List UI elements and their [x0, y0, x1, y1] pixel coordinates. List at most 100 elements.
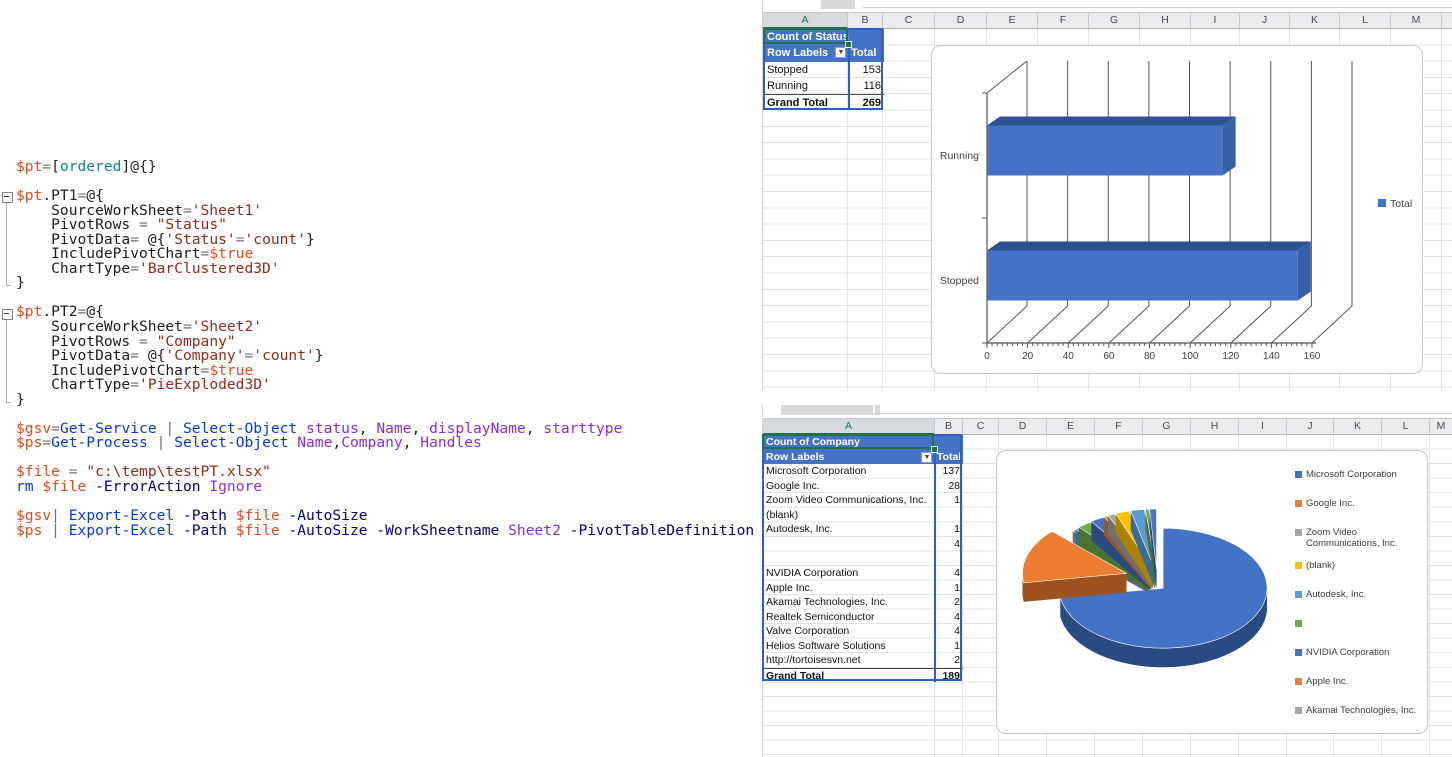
pivot-cell-label[interactable]: Zoom Video Communications, Inc. — [763, 493, 935, 508]
pie-legend-label[interactable]: (blank) — [1306, 560, 1424, 571]
column-header-H[interactable]: H — [1191, 418, 1239, 435]
pivot-cell-label[interactable]: Realtek Semiconductor — [763, 610, 935, 625]
pivot-row[interactable]: Grand Total189 — [763, 668, 963, 683]
pivot-cell-value[interactable]: 116 — [849, 78, 884, 94]
code-fold-toggle-icon[interactable] — [2, 192, 13, 203]
pivot-cell-value[interactable]: 189 — [935, 669, 963, 683]
pivot-cell-value[interactable]: 28 — [935, 479, 963, 494]
pivot-row[interactable]: Microsoft Corporation137 — [763, 464, 963, 479]
pivot-cell-label[interactable] — [763, 537, 935, 552]
pivot-row[interactable]: Realtek Semiconductor4 — [763, 610, 963, 625]
column-header-M[interactable]: M — [1430, 418, 1452, 435]
code-line[interactable]: } — [16, 393, 760, 408]
column-header-I[interactable]: I — [1239, 418, 1287, 435]
column-header-G[interactable]: G — [1143, 418, 1191, 435]
pivot-cell-value[interactable]: 4 — [935, 566, 963, 581]
pivot-row[interactable]: Autodesk, Inc.1 — [763, 522, 963, 537]
powershell-script-editor[interactable]: $pt=[ordered]@{}$pt.PT1=@{ SourceWorkShe… — [2, 160, 760, 532]
pivot-cell-label[interactable]: Microsoft Corporation — [763, 464, 935, 479]
pie-legend-label[interactable]: Autodesk, Inc. — [1306, 589, 1424, 600]
pivot-row[interactable]: (blank) — [763, 508, 963, 523]
row-labels-filter-button[interactable]: ▼ — [921, 452, 932, 463]
pivot-values-header[interactable]: Total — [935, 450, 963, 465]
pivot-row[interactable]: http://tortoisesvn.net2 — [763, 653, 963, 668]
code-line[interactable]: ChartType='BarClustered3D' — [16, 262, 760, 277]
column-header-I[interactable]: I — [1191, 12, 1240, 29]
column-header-D[interactable]: D — [935, 12, 987, 29]
column-header-F[interactable]: F — [1095, 418, 1143, 435]
pivot-cell-value[interactable]: 1 — [935, 581, 963, 596]
pivot-row[interactable]: Count of Status — [764, 29, 884, 45]
pivot-cell-value[interactable]: 1 — [935, 522, 963, 537]
pivot-cell-label[interactable]: Apple Inc. — [763, 581, 935, 596]
row-labels-filter-button[interactable]: ▼ — [835, 47, 846, 58]
column-header-H[interactable]: H — [1140, 12, 1191, 29]
pivot-cell-label[interactable]: Google Inc. — [763, 479, 935, 494]
pivot-cell-label[interactable]: Stopped — [764, 62, 849, 78]
column-header-M[interactable]: M — [1391, 12, 1442, 29]
pivot-cell-value[interactable] — [935, 508, 963, 523]
pivot-cell-value[interactable]: 1 — [935, 639, 963, 654]
pivot-row[interactable]: Google Inc.28 — [763, 479, 963, 494]
pivot-cell-label[interactable]: Grand Total — [763, 669, 935, 683]
column-header-E[interactable]: E — [987, 12, 1038, 29]
pivot-row[interactable]: Apple Inc.1 — [763, 581, 963, 596]
code-line[interactable]: ChartType='PieExploded3D' — [16, 378, 760, 393]
pivot-cell-label[interactable]: Akamai Technologies, Inc. — [763, 595, 935, 610]
pivot-row[interactable]: 4 — [763, 537, 963, 552]
code-line[interactable]: $ps | Export-Excel -Path $file -AutoSize… — [16, 524, 760, 539]
pivot-cell-value[interactable]: 137 — [935, 464, 963, 479]
column-header-F[interactable]: F — [1038, 12, 1089, 29]
pivot-cell-label[interactable]: (blank) — [763, 508, 935, 523]
column-header-n[interactable] — [1442, 12, 1452, 29]
pivot-cell-value[interactable]: 4 — [935, 624, 963, 639]
pivot-cell-value[interactable]: 1 — [935, 493, 963, 508]
column-header-J[interactable]: J — [1287, 418, 1334, 435]
pivot-row[interactable] — [763, 551, 963, 566]
pivot-cell-value[interactable]: 153 — [849, 62, 884, 78]
code-fold-toggle-icon[interactable] — [2, 309, 13, 320]
pivot-row[interactable]: Zoom Video Communications, Inc.1 — [763, 493, 963, 508]
code-line[interactable]: rm $file -ErrorAction Ignore — [16, 480, 760, 495]
pivot-row[interactable]: Stopped153 — [764, 62, 884, 78]
code-line[interactable]: } — [16, 276, 760, 291]
pivot-row[interactable]: Grand Total269 — [764, 94, 884, 110]
pivot-cell-label[interactable]: Row Labels — [763, 450, 935, 465]
pivot-cell-value[interactable]: 4 — [935, 537, 963, 552]
pivot-row[interactable]: Valve Corporation4 — [763, 624, 963, 639]
pivot-cell-label[interactable]: NVIDIA Corporation — [763, 566, 935, 581]
pivot-cell-value[interactable]: 4 — [935, 610, 963, 625]
column-header-E[interactable]: E — [1047, 418, 1095, 435]
pivot-cell-value[interactable] — [935, 435, 963, 450]
column-header-K[interactable]: K — [1334, 418, 1382, 435]
pivot-cell-value[interactable]: 269 — [849, 95, 884, 110]
code-line[interactable] — [16, 291, 760, 306]
selection-fill-handle[interactable] — [845, 41, 852, 48]
column-header-C[interactable]: C — [883, 12, 935, 29]
pivot-cell-label[interactable] — [763, 551, 935, 566]
column-header-B[interactable]: B — [848, 12, 883, 29]
pivot-cell-value[interactable] — [849, 29, 884, 45]
column-header-C[interactable]: C — [963, 418, 999, 435]
pie-legend-label[interactable]: Akamai Technologies, Inc. — [1306, 705, 1424, 716]
pivot-table-company[interactable]: Count of CompanyRow LabelsTotal▼Microsof… — [763, 435, 963, 682]
column-header-J[interactable]: J — [1240, 12, 1290, 29]
pivot-row[interactable]: Running116 — [764, 78, 884, 94]
bar-chart[interactable]: StoppedRunning020406080100120140160Total — [931, 45, 1423, 374]
column-header-D[interactable]: D — [999, 418, 1047, 435]
pivot-cell-value[interactable]: 2 — [935, 653, 963, 668]
column-header-B[interactable]: B — [935, 418, 963, 435]
pivot-cell-label[interactable]: Running — [764, 78, 849, 94]
pivot-cell-label[interactable]: Helios Software Solutions — [763, 639, 935, 654]
column-header-L[interactable]: L — [1382, 418, 1430, 435]
pivot-cell-label[interactable]: http://tortoisesvn.net — [763, 653, 935, 668]
column-header-A[interactable]: A — [763, 418, 935, 435]
column-header-L[interactable]: L — [1340, 12, 1391, 29]
pivot-row[interactable]: NVIDIA Corporation4 — [763, 566, 963, 581]
pivot-values-header[interactable]: Total — [849, 45, 884, 61]
code-line[interactable]: $ps=Get-Process | Select-Object Name,Com… — [16, 436, 760, 451]
code-line[interactable]: $pt=[ordered]@{} — [16, 160, 760, 175]
pie-legend-label[interactable]: Apple Inc. — [1306, 676, 1424, 687]
pivot-row[interactable]: Helios Software Solutions1 — [763, 639, 963, 654]
pivot-table-status[interactable]: Count of StatusRow LabelsTotal▼Stopped15… — [764, 29, 884, 111]
